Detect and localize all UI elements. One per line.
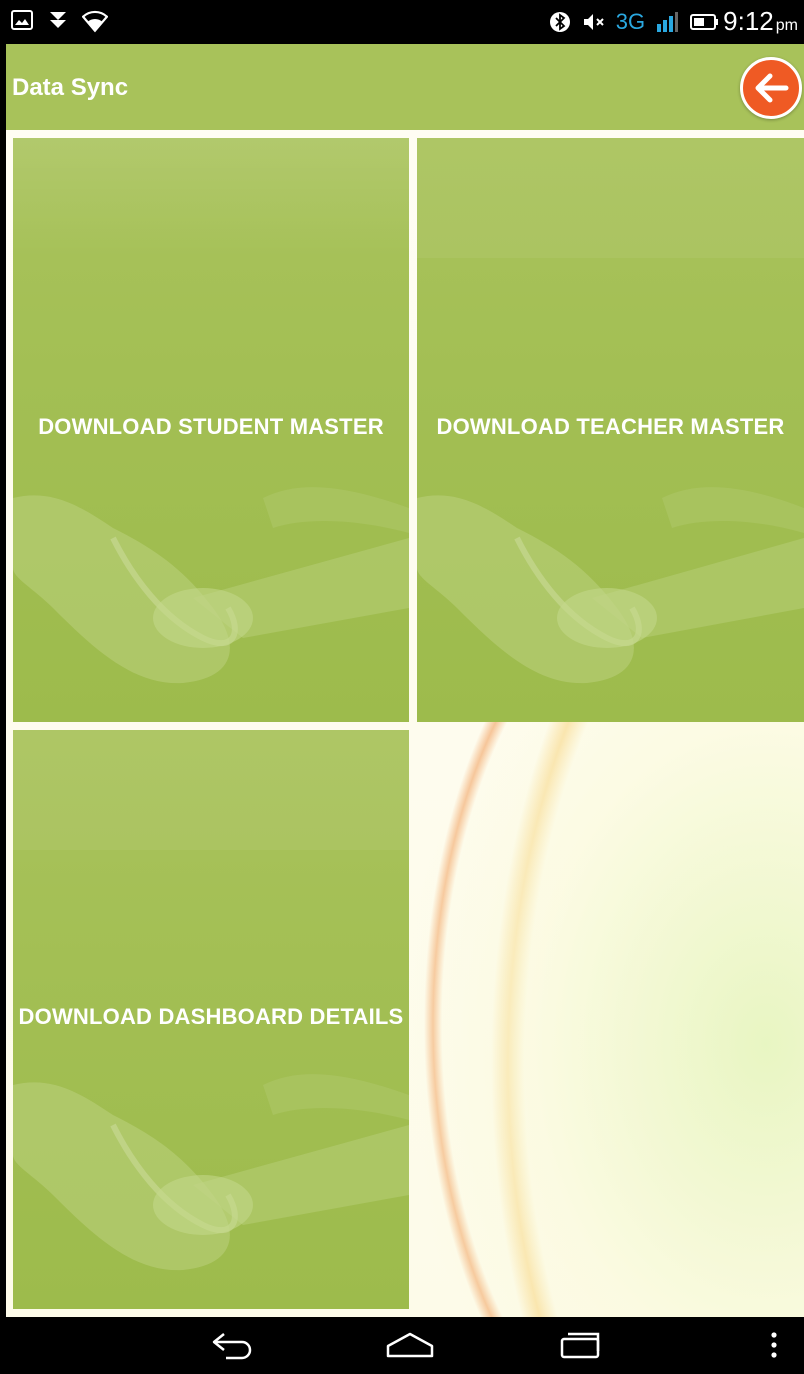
clock-time: 9:12 [723,6,774,36]
clock: 9:12 pm [723,6,798,37]
tile-label: DOWNLOAD DASHBOARD DETAILS [18,1003,404,1029]
nav-home-button[interactable] [382,1327,438,1363]
nav-back-icon [212,1333,252,1360]
battery-icon [689,10,719,34]
download-icon [46,8,70,32]
app-screen: Data Sync DOWNLOAD STUDENT MASTER DOWNLO… [6,44,804,1317]
nav-recents-icon [560,1332,600,1359]
nav-home-icon [386,1332,434,1358]
tile-label: DOWNLOAD TEACHER MASTER [436,414,785,439]
image-icon [10,8,34,32]
nav-recents-button[interactable] [552,1327,608,1363]
signal-icon [655,10,679,34]
download-dashboard-details-tile[interactable]: DOWNLOAD DASHBOARD DETAILS [13,730,409,1309]
mute-icon [582,10,606,34]
status-bar-left [10,8,109,33]
network-type: 3G [615,8,646,34]
overflow-menu-button[interactable] [762,1327,786,1363]
download-student-master-tile[interactable]: DOWNLOAD STUDENT MASTER [13,138,409,722]
clock-ampm: pm [775,17,798,34]
download-teacher-master-tile[interactable]: DOWNLOAD TEACHER MASTER [417,138,804,722]
status-bar-right: 3G 9:12 pm [548,6,798,37]
overflow-menu-icon [771,1332,777,1358]
toolbar: Data Sync [6,44,804,130]
navigation-bar [0,1317,804,1374]
tile-label: DOWNLOAD STUDENT MASTER [38,414,384,439]
nav-back-button[interactable] [206,1327,262,1363]
back-button[interactable] [740,57,802,119]
status-bar: 3G 9:12 pm [0,0,804,44]
page-title: Data Sync [12,74,129,101]
wifi-icon [81,8,109,33]
bluetooth-icon [548,10,572,34]
back-arrow-icon [755,73,789,103]
